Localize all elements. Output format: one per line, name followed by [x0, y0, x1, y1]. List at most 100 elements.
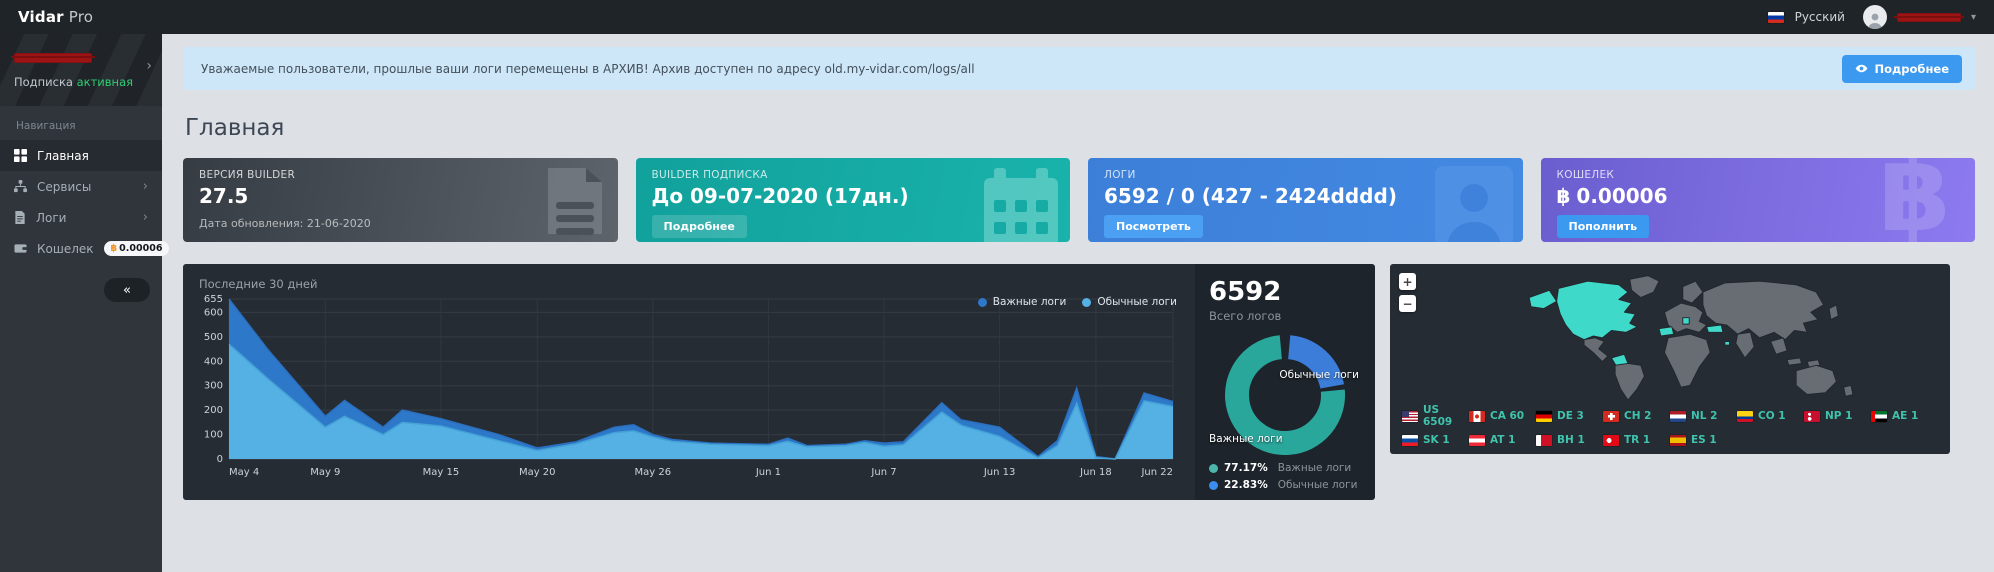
svg-text:Jun 18: Jun 18: [1079, 467, 1112, 478]
country-item-us: US 6509: [1402, 404, 1469, 428]
chevron-down-icon[interactable]: ▾: [1971, 12, 1976, 23]
subscription-line: Подписка активная: [14, 75, 148, 89]
donut-legend: 77.17% Важные логи 22.83% Обычные логи: [1209, 462, 1357, 491]
ae-flag-icon: [1871, 410, 1887, 422]
sk-flag-icon: [1402, 434, 1418, 446]
chart-legend: Важные логи Обычные логи: [977, 296, 1177, 308]
card-logs: ЛОГИ 6592 / 0 (427 - 2424dddd) Посмотрет…: [1088, 158, 1523, 242]
bitcoin-symbol: ฿: [1556, 184, 1571, 208]
donut-legend-item: 22.83% Обычные логи: [1209, 479, 1357, 491]
alert-details-button[interactable]: Подробнее: [1842, 54, 1962, 83]
svg-text:May 15: May 15: [423, 467, 460, 478]
country-item-ca: CA 60: [1469, 404, 1536, 428]
at-flag-icon: [1469, 434, 1485, 446]
donut-legend-item: 77.17% Важные логи: [1209, 462, 1357, 474]
card-builder-subscription: BUILDER ПОДПИСКА До 09-07-2020 (17дн.) П…: [635, 158, 1070, 242]
logs-view-button[interactable]: Посмотреть: [1104, 215, 1203, 238]
svg-text:200: 200: [204, 405, 223, 416]
country-item-tr: TR 1: [1603, 434, 1670, 446]
sidebar-item-главная[interactable]: Главная: [0, 140, 162, 171]
world-map[interactable]: [1400, 272, 1940, 400]
subscription-details-button[interactable]: Подробнее: [651, 215, 747, 238]
card-builder-version: ВЕРСИЯ BUILDER 27.5 Дата обновления: 21-…: [183, 158, 618, 242]
svg-text:Jun 22: Jun 22: [1140, 467, 1173, 478]
svg-text:0: 0: [217, 454, 223, 465]
legend-item[interactable]: Важные логи: [977, 296, 1066, 308]
sitemap-icon: [14, 180, 27, 193]
legend-item[interactable]: Обычные логи: [1082, 296, 1177, 308]
grid-icon: [14, 149, 27, 162]
chevron-right-icon: ›: [142, 179, 148, 194]
profile-block: Подписка активная ›: [0, 34, 162, 106]
chevron-right-icon[interactable]: ›: [146, 58, 152, 74]
alert-button-label: Подробнее: [1874, 61, 1949, 76]
donut-label-important: Важные логи: [1209, 433, 1283, 445]
sidebar-item-кошелек[interactable]: Кошелек ฿ 0.00006: [0, 233, 170, 264]
np-flag-icon: [1804, 410, 1820, 422]
logs-area-chart-panel: Последние 30 дней Важные логи Обычные лог…: [183, 264, 1195, 500]
svg-text:400: 400: [204, 356, 223, 367]
map-zoom-out-button[interactable]: −: [1399, 295, 1416, 312]
es-flag-icon: [1670, 434, 1686, 446]
svg-text:Jun 1: Jun 1: [755, 467, 781, 478]
geo-map-panel: + − US 6509 CA 60 DE 3 CH 2 NL 2 CO 1 NP…: [1390, 264, 1950, 454]
sidebar-collapse-button[interactable]: «: [104, 278, 150, 302]
card-value: 6592 / 0 (427 - 2424dddd): [1104, 184, 1397, 208]
logs-stats-panel: 6592 Всего логов Обычные логи Важные лог…: [1195, 264, 1375, 500]
svg-text:500: 500: [204, 332, 223, 343]
person-icon: [1867, 13, 1882, 29]
de-flag-icon: [1536, 410, 1552, 422]
svg-text:May 26: May 26: [635, 467, 672, 478]
page-title: Главная: [185, 115, 285, 141]
chevron-right-icon: ›: [142, 210, 148, 225]
sidebar-item-label: Сервисы: [37, 179, 92, 194]
country-item-ae: AE 1: [1871, 404, 1938, 428]
sidebar: Подписка активная › Навигация Главная Сер…: [0, 34, 170, 572]
subscription-status: активная: [76, 75, 134, 89]
card-label: BUILDER ПОДПИСКА: [651, 169, 768, 181]
total-logs-value: 6592: [1209, 277, 1282, 307]
card-wallet: КОШЕЛЕК ฿ 0.00006 Пополнить ฿: [1540, 158, 1975, 242]
card-label: ЛОГИ: [1104, 169, 1136, 181]
svg-text:Jun 13: Jun 13: [983, 467, 1016, 478]
brand-logo[interactable]: Vidar Pro: [18, 8, 93, 26]
map-zoom-in-button[interactable]: +: [1399, 273, 1416, 290]
avatar[interactable]: [1862, 5, 1887, 29]
svg-text:655: 655: [204, 294, 223, 305]
sidebar-item-логи[interactable]: Логи ›: [0, 202, 162, 233]
topbar: Vidar Pro Русский ▾: [0, 0, 1994, 34]
country-item-sk: SK 1: [1402, 434, 1469, 446]
country-item-co: CO 1: [1737, 404, 1804, 428]
card-sub: Дата обновления: 21-06-2020: [199, 217, 371, 230]
sidebar-item-label: Логи: [36, 210, 67, 225]
username-redacted[interactable]: [1893, 12, 1964, 22]
subscription-prefix: Подписка: [14, 75, 73, 89]
nav-header: Навигация: [16, 120, 76, 132]
nl-flag-icon: [1670, 410, 1686, 422]
country-item-np: NP 1: [1804, 404, 1871, 428]
svg-text:100: 100: [204, 430, 223, 441]
wallet-balance-badge: ฿ 0.00006: [103, 241, 170, 256]
brand-bold: Vidar: [18, 8, 64, 26]
nav-list: Главная Сервисы › Логи › Кошелек ฿ 0.00006: [0, 140, 170, 264]
country-item-de: DE 3: [1536, 404, 1603, 428]
sidebar-item-сервисы[interactable]: Сервисы ›: [0, 171, 162, 202]
country-item-ch: CH 2: [1603, 404, 1670, 428]
language-selector[interactable]: Русский: [1767, 10, 1845, 24]
sidebar-item-label: Главная: [37, 148, 89, 163]
brand-light: Pro: [68, 8, 94, 26]
wallet-balance: 0.00006: [1576, 184, 1668, 208]
area-chart[interactable]: 0 100 200 300 400 500 600 655 May 4 May 9 May 15 Ma…: [199, 291, 1179, 483]
card-label: ВЕРСИЯ BUILDER: [199, 169, 296, 181]
svg-text:May 9: May 9: [310, 467, 340, 478]
co-flag-icon: [1737, 410, 1753, 422]
dashboard-screen: Vidar Pro Русский ▾ Подписка активная › …: [0, 0, 1994, 572]
wallet-icon: [14, 242, 27, 255]
ca-flag-icon: [1469, 410, 1485, 422]
wallet-topup-button[interactable]: Пополнить: [1556, 215, 1650, 238]
svg-text:May 20: May 20: [519, 467, 556, 478]
tr-flag-icon: [1603, 434, 1619, 446]
card-value: ฿ 0.00006: [1557, 184, 1960, 208]
donut-chart[interactable]: Обычные логи Важные логи: [1209, 329, 1361, 465]
us-flag-icon: [1402, 410, 1418, 422]
